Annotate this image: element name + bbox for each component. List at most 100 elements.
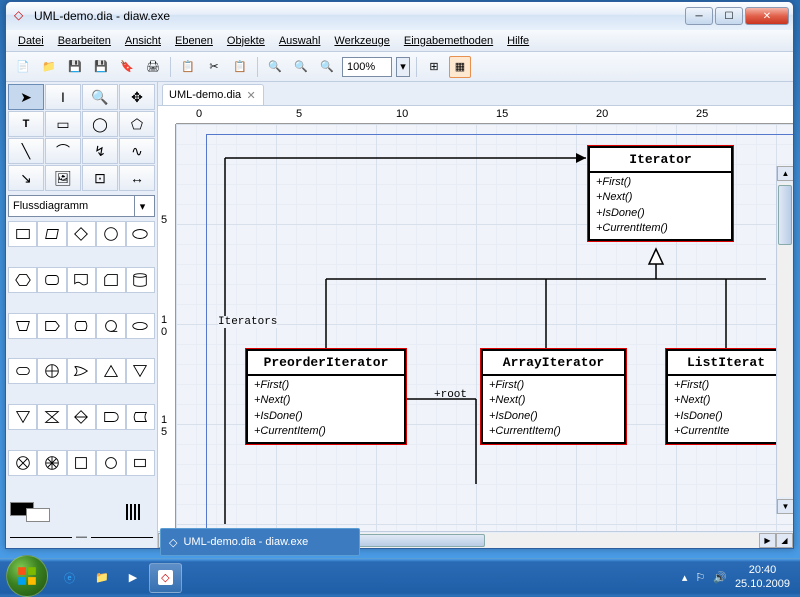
shape-cylinder[interactable] <box>126 267 155 293</box>
shape-tape[interactable] <box>96 313 125 339</box>
shape-extra2[interactable] <box>96 450 125 476</box>
class-iterator[interactable]: Iterator +First() +Next() +IsDone() +Cur… <box>588 146 733 241</box>
task-media[interactable]: ▶ <box>121 563 145 593</box>
polyline-tool[interactable]: ↘ <box>8 165 44 191</box>
move-tool[interactable]: ✥ <box>119 84 155 110</box>
shape-trap[interactable] <box>8 313 37 339</box>
menu-auswahl[interactable]: Auswahl <box>273 33 327 49</box>
box-tool[interactable]: ▭ <box>45 111 81 137</box>
label-iterators[interactable]: Iterators <box>218 316 277 328</box>
tray-arrow-icon[interactable]: ▴ <box>682 571 688 584</box>
text-cursor-tool[interactable]: I <box>45 84 81 110</box>
tab-close-icon[interactable]: ✕ <box>245 89 257 101</box>
pointer-tool[interactable]: ➤ <box>8 84 44 110</box>
ellipse-tool[interactable]: ◯ <box>82 111 118 137</box>
task-ie[interactable]: ⓔ <box>56 563 83 593</box>
task-dia[interactable]: ◇ <box>149 563 181 593</box>
paste-button[interactable]: 📋 <box>229 56 251 78</box>
class-array[interactable]: ArrayIterator +First() +Next() +IsDone()… <box>481 349 626 444</box>
zoom-input[interactable]: 100% <box>342 57 392 77</box>
shape-card[interactable] <box>96 267 125 293</box>
image-tool[interactable]: 🖼 <box>45 165 81 191</box>
shape-circle[interactable] <box>96 221 125 247</box>
shape-display[interactable] <box>67 313 96 339</box>
canvas[interactable]: Iterators +root Iterator +First() +Next(… <box>176 124 793 531</box>
cut-button[interactable]: ✂ <box>203 56 225 78</box>
shape-merge[interactable] <box>8 404 37 430</box>
close-button[interactable]: ✕ <box>745 7 789 25</box>
snap-button[interactable]: ▦ <box>449 56 471 78</box>
document-tab[interactable]: UML-demo.dia ✕ <box>162 84 264 105</box>
zigzag-tool[interactable]: ↯ <box>82 138 118 164</box>
copy-button[interactable]: 📋 <box>177 56 199 78</box>
shape-extra3[interactable] <box>126 450 155 476</box>
shape-diamond[interactable] <box>67 221 96 247</box>
connector-tool[interactable]: ⊡ <box>82 165 118 191</box>
tray-flag-icon[interactable]: ⚐ <box>695 571 705 584</box>
arc-tool[interactable]: ⌒ <box>45 138 81 164</box>
line-style-selector[interactable]: — <box>6 526 157 548</box>
saveas-button[interactable]: 💾 <box>90 56 112 78</box>
shape-delay[interactable] <box>96 404 125 430</box>
print-button[interactable]: 🖨 <box>142 56 164 78</box>
text-tool[interactable]: T <box>8 111 44 137</box>
shape-invtri[interactable] <box>126 358 155 384</box>
zoom-dropdown[interactable]: ▾ <box>396 57 410 77</box>
taskbar-preview[interactable]: ◇ UML-demo.dia - diaw.exe <box>160 528 360 556</box>
shape-and[interactable] <box>37 450 66 476</box>
shape-extra1[interactable] <box>67 450 96 476</box>
line-pattern[interactable] <box>113 503 153 521</box>
zoomfit-button[interactable]: 🔍 <box>316 56 338 78</box>
zoomout-button[interactable]: 🔍 <box>290 56 312 78</box>
shape-rect[interactable] <box>8 221 37 247</box>
menu-bearbeiten[interactable]: Bearbeiten <box>52 33 117 49</box>
grid-button[interactable]: ⊞ <box>423 56 445 78</box>
zoom-tool[interactable]: 🔍 <box>82 84 118 110</box>
label-root[interactable]: +root <box>434 389 467 401</box>
menu-ansicht[interactable]: Ansicht <box>119 33 167 49</box>
shape-triangle[interactable] <box>96 358 125 384</box>
maximize-button[interactable]: ☐ <box>715 7 743 25</box>
shape-pentagon[interactable] <box>37 313 66 339</box>
task-explorer[interactable]: 📁 <box>87 563 117 593</box>
class-list[interactable]: ListIterat +First() +Next() +IsDone() +C… <box>666 349 786 444</box>
line-tool[interactable]: ╲ <box>8 138 44 164</box>
class-preorder[interactable]: PreorderIterator +First() +Next() +IsDon… <box>246 349 406 444</box>
open-button[interactable]: 📁 <box>38 56 60 78</box>
shape-parallelogram[interactable] <box>37 221 66 247</box>
shape-xor[interactable] <box>8 450 37 476</box>
shape-or[interactable] <box>67 358 96 384</box>
polygon-tool[interactable]: ⬠ <box>119 111 155 137</box>
bezier-tool[interactable]: ∿ <box>119 138 155 164</box>
titlebar[interactable]: ◇ UML-demo.dia - diaw.exe ─ ☐ ✕ <box>6 2 793 30</box>
shape-storage[interactable] <box>126 404 155 430</box>
shape-collate[interactable] <box>37 404 66 430</box>
shape-ellipse[interactable] <box>126 221 155 247</box>
scrollbar-vertical[interactable]: ▲ ▼ <box>776 166 793 514</box>
shape-document[interactable] <box>67 267 96 293</box>
sheet-dropdown-icon[interactable]: ▾ <box>134 196 150 216</box>
shape-stadium[interactable] <box>8 358 37 384</box>
shape-oval[interactable] <box>126 313 155 339</box>
fg-bg-swatch[interactable] <box>10 502 50 522</box>
zoomin-button[interactable]: 🔍 <box>264 56 286 78</box>
export-button[interactable]: 🔖 <box>116 56 138 78</box>
clock[interactable]: 20:40 25.10.2009 <box>735 564 790 590</box>
sheet-selector[interactable]: Flussdiagramm ▾ <box>8 195 155 217</box>
save-button[interactable]: 💾 <box>64 56 86 78</box>
arrow-tool[interactable]: ↔ <box>119 165 155 191</box>
start-button[interactable] <box>0 559 54 597</box>
menu-objekte[interactable]: Objekte <box>221 33 271 49</box>
menu-hilfe[interactable]: Hilfe <box>501 33 535 49</box>
shape-roundrect[interactable] <box>37 267 66 293</box>
shape-sort[interactable] <box>67 404 96 430</box>
shape-sum[interactable] <box>37 358 66 384</box>
new-button[interactable]: 📄 <box>12 56 34 78</box>
menu-werkzeuge[interactable]: Werkzeuge <box>328 33 395 49</box>
tray-volume-icon[interactable]: 🔊 <box>713 571 727 584</box>
shape-hexagon[interactable] <box>8 267 37 293</box>
minimize-button[interactable]: ─ <box>685 7 713 25</box>
menu-ebenen[interactable]: Ebenen <box>169 33 219 49</box>
menu-datei[interactable]: Datei <box>12 33 50 49</box>
menu-eingabe[interactable]: Eingabemethoden <box>398 33 499 49</box>
